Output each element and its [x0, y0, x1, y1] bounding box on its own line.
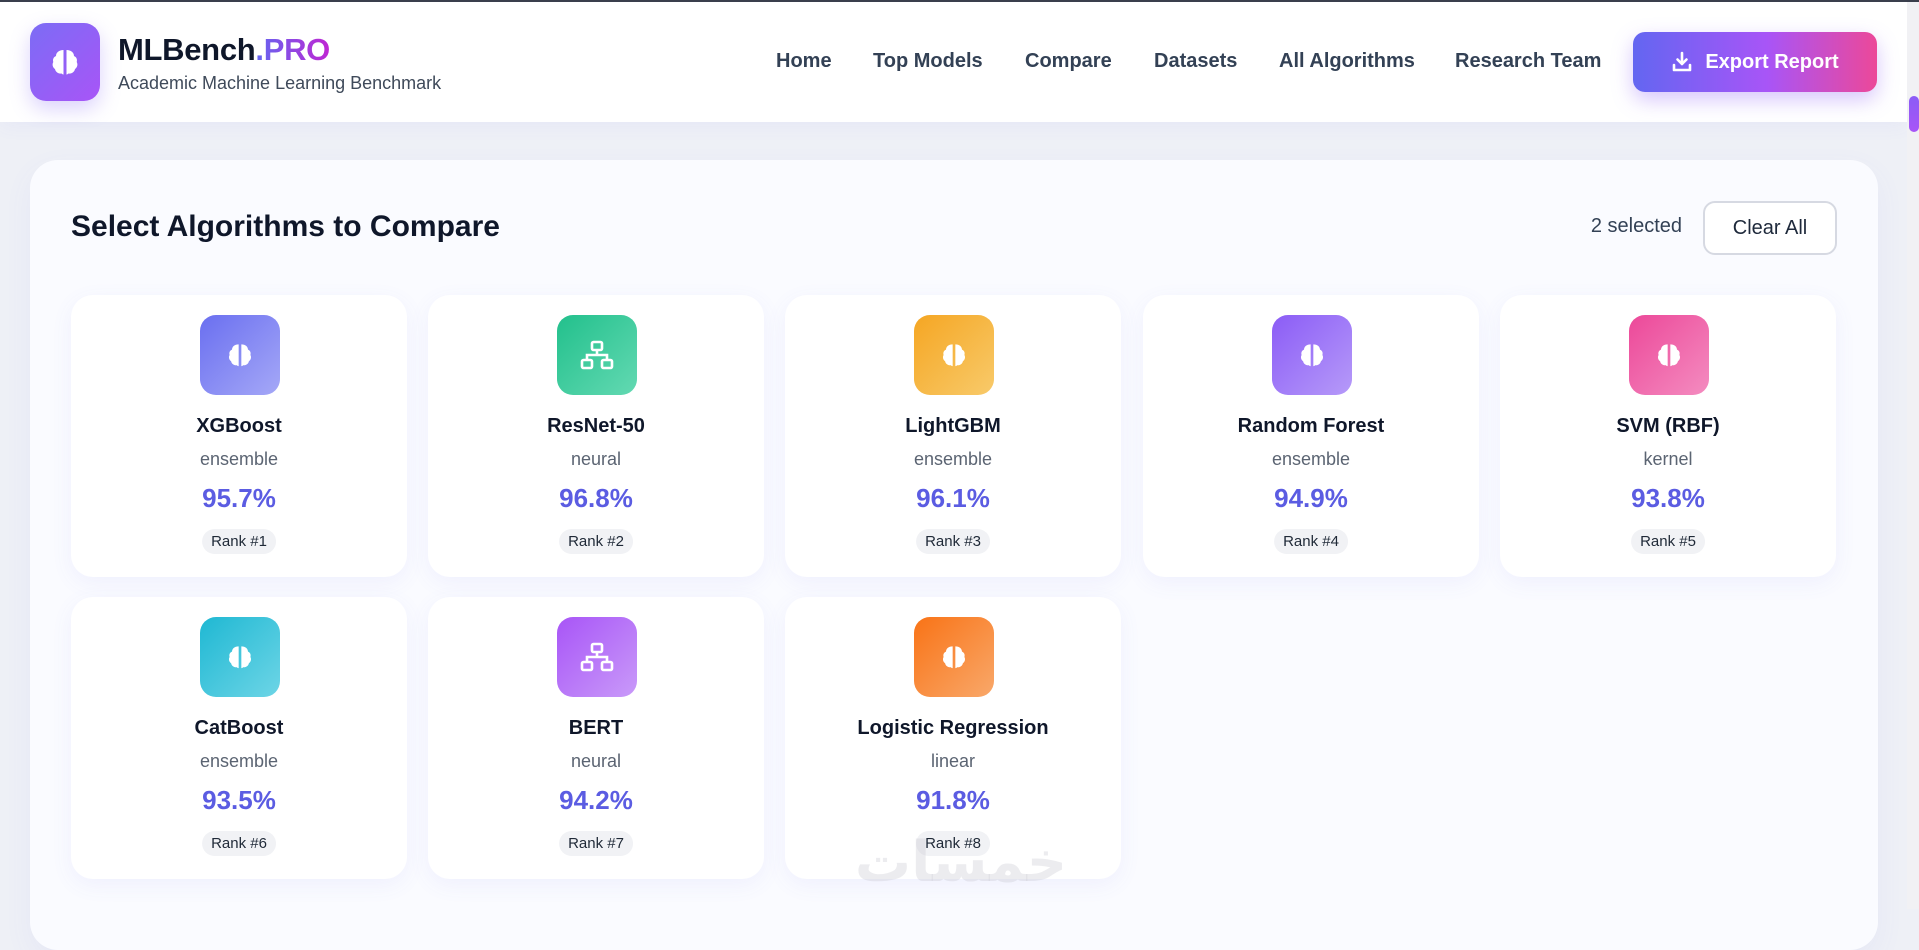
brain-icon — [228, 646, 252, 669]
algorithm-score: 96.1% — [916, 483, 990, 513]
algorithm-card-lightgbm[interactable]: LightGBM ensemble 96.1% Rank #3 — [785, 295, 1121, 577]
algorithm-icon — [1629, 315, 1709, 395]
rank-badge: Rank #2 — [559, 529, 633, 554]
algorithm-icon — [557, 315, 637, 395]
algorithm-card-resnet-50[interactable]: ResNet-50 neural 96.8% Rank #2 — [428, 295, 764, 577]
algorithm-type: neural — [570, 449, 622, 469]
algorithm-name: SVM (RBF) — [1616, 415, 1720, 437]
algorithm-name: Random Forest — [1237, 415, 1385, 437]
algorithm-name: LightGBM — [905, 415, 1001, 437]
nav-item-datasets[interactable]: Datasets — [1154, 50, 1237, 73]
algorithm-score: 94.2% — [559, 785, 633, 815]
compare-title: Select Algorithms to Compare — [71, 210, 500, 243]
algorithm-score: 96.8% — [559, 483, 633, 513]
brain-icon — [1657, 344, 1681, 367]
brain-icon — [942, 646, 966, 669]
algorithm-card-svm-rbf[interactable]: SVM (RBF) kernel 93.8% Rank #5 — [1500, 295, 1836, 577]
algorithm-score: 93.8% — [1631, 483, 1705, 513]
algorithm-type: ensemble — [913, 449, 993, 469]
export-report-button[interactable]: Export Report — [1633, 32, 1877, 92]
rank-badge: Rank #4 — [1274, 529, 1348, 554]
nav-item-all-algorithms[interactable]: All Algorithms — [1279, 50, 1415, 73]
nav-item-top-models[interactable]: Top Models — [873, 50, 983, 73]
algorithm-type: neural — [570, 751, 622, 771]
algorithm-type: ensemble — [199, 751, 279, 771]
algorithm-type: linear — [930, 751, 976, 771]
app-header: MLBench.PRO Academic Machine Learning Be… — [0, 2, 1907, 122]
brand-suffix: .PRO — [255, 32, 330, 67]
network-icon — [580, 642, 614, 672]
algorithm-score: 93.5% — [202, 785, 276, 815]
algorithm-icon — [557, 617, 637, 697]
nav-item-compare[interactable]: Compare — [1025, 50, 1112, 73]
algorithm-name: XGBoost — [196, 415, 282, 437]
rank-badge: Rank #7 — [559, 831, 633, 856]
algorithm-icon — [200, 315, 280, 395]
algorithm-name: CatBoost — [194, 717, 284, 739]
algorithm-score: 94.9% — [1274, 483, 1348, 513]
selected-count: 2 selected — [1590, 215, 1682, 237]
network-icon — [580, 340, 614, 370]
scrollbar-thumb[interactable] — [1909, 96, 1919, 132]
rank-badge: Rank #1 — [202, 529, 276, 554]
algorithm-score: 95.7% — [202, 483, 276, 513]
download-icon — [1673, 51, 1692, 72]
algorithm-type: kernel — [1643, 449, 1693, 469]
brand-title: MLBench.PRO — [118, 32, 330, 68]
algorithm-type: ensemble — [1271, 449, 1351, 469]
algorithm-icon — [914, 617, 994, 697]
algorithm-card-random-forest[interactable]: Random Forest ensemble 94.9% Rank #4 — [1143, 295, 1479, 577]
rank-badge: Rank #3 — [916, 529, 990, 554]
algorithm-card-catboost[interactable]: CatBoost ensemble 93.5% Rank #6 — [71, 597, 407, 879]
algorithm-name: ResNet-50 — [547, 415, 645, 437]
nav-item-home[interactable]: Home — [776, 50, 832, 73]
export-report-label: Export Report — [1705, 50, 1839, 73]
algorithm-card-bert[interactable]: BERT neural 94.2% Rank #7 — [428, 597, 764, 879]
rank-badge: Rank #5 — [1631, 529, 1705, 554]
brain-icon — [942, 344, 966, 367]
algorithm-name: Logistic Regression — [857, 717, 1049, 739]
brand-name: MLBench — [118, 32, 256, 67]
brain-icon — [1300, 344, 1324, 367]
algorithm-name: BERT — [568, 717, 624, 739]
rank-badge: Rank #8 — [916, 831, 990, 856]
algorithm-icon — [914, 315, 994, 395]
algorithm-card-xgboost[interactable]: XGBoost ensemble 95.7% Rank #1 — [71, 295, 407, 577]
algorithm-icon — [1272, 315, 1352, 395]
algorithm-card-logistic-regression[interactable]: Logistic Regression linear 91.8% Rank #8 — [785, 597, 1121, 879]
nav-item-research-team[interactable]: Research Team — [1455, 50, 1601, 73]
brain-icon — [52, 50, 78, 75]
logo[interactable] — [30, 23, 100, 101]
algorithm-score: 91.8% — [916, 785, 990, 815]
brain-icon — [228, 344, 252, 367]
algorithm-type: ensemble — [199, 449, 279, 469]
scrollbar-track[interactable] — [1907, 2, 1919, 909]
rank-badge: Rank #6 — [202, 831, 276, 856]
algorithm-icon — [200, 617, 280, 697]
brand-subtitle: Academic Machine Learning Benchmark — [118, 73, 442, 93]
clear-all-button[interactable]: Clear All — [1703, 201, 1837, 255]
